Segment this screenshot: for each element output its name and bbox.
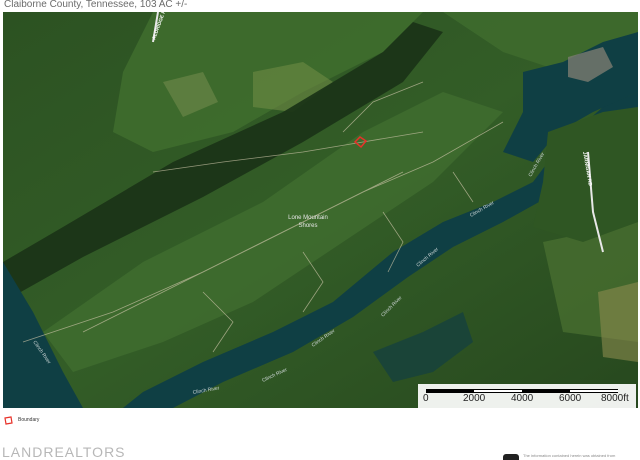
scale-tick-label: 8000ft <box>601 393 629 404</box>
disclaimer-text: The information contained herein was obt… <box>523 453 616 458</box>
scale-bar: 0 2000 4000 6000 8000ft <box>418 384 636 408</box>
place-label-line2: Shores <box>298 223 317 229</box>
boundary-swatch-icon <box>4 416 13 425</box>
legend-label: Boundary <box>18 417 40 423</box>
scale-tick-label: 4000 <box>511 393 534 404</box>
field-patch <box>598 282 638 362</box>
brand-logo: LANDREALTORS <box>2 444 126 460</box>
scale-tick-label: 0 <box>423 393 429 404</box>
satellite-map[interactable]: Lone Mountain Shores ALDRIDGE RD JARNIGA… <box>3 12 638 408</box>
scale-tick-label: 6000 <box>559 393 582 404</box>
map-canvas: Lone Mountain Shores ALDRIDGE RD JARNIGA… <box>3 12 638 408</box>
place-label-line1: Lone Mountain <box>288 215 328 221</box>
map-title: Claiborne County, Tennessee, 103 AC +/- <box>4 0 188 10</box>
scale-tick-label: 2000 <box>463 393 486 404</box>
disclaimer-icon <box>503 454 519 460</box>
